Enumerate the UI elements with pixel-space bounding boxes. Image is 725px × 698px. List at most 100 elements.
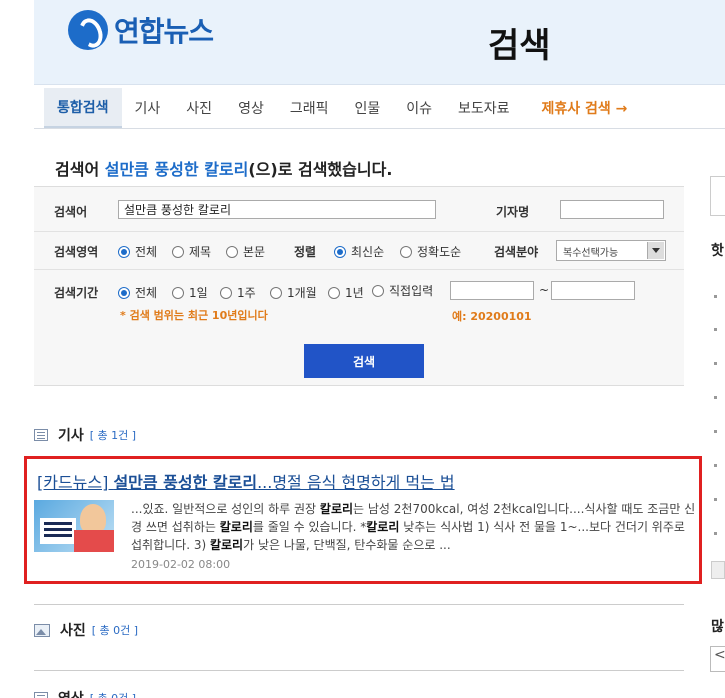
radio-icon bbox=[270, 286, 282, 299]
radio-selected-icon bbox=[118, 245, 130, 258]
area-label: 검색영역 bbox=[54, 245, 99, 259]
section-divider bbox=[34, 604, 684, 605]
section-divider bbox=[34, 670, 684, 671]
article-thumbnail[interactable] bbox=[34, 500, 114, 552]
field-select[interactable]: 복수선택가능 bbox=[556, 240, 666, 261]
search-summary: 검색어 설만큼 풍성한 칼로리(으)로 검색했습니다. bbox=[55, 156, 392, 180]
keyword-input[interactable] bbox=[118, 200, 436, 219]
radio-label: 1개월 bbox=[287, 286, 317, 300]
videos-section-title: 영상 bbox=[58, 688, 84, 698]
partner-search-link[interactable]: 제휴사 검색 → bbox=[529, 88, 641, 128]
article-date: 2019-02-02 08:00 bbox=[131, 558, 231, 571]
radio-icon bbox=[226, 245, 238, 258]
bullet-icon bbox=[714, 430, 717, 433]
radio-icon bbox=[172, 245, 184, 258]
tab-videos[interactable]: 영상 bbox=[225, 88, 277, 128]
menu-icon[interactable] bbox=[711, 561, 725, 579]
sidebar-heading-2: 많 bbox=[711, 619, 724, 635]
tab-issues[interactable]: 이슈 bbox=[393, 88, 445, 128]
period-radio-custom[interactable]: 직접입력 bbox=[372, 282, 433, 299]
area-radio-body[interactable]: 본문 bbox=[226, 243, 265, 260]
keyword-label: 검색어 bbox=[54, 205, 88, 219]
photo-icon bbox=[34, 623, 50, 637]
tab-press-releases[interactable]: 보도자료 bbox=[445, 88, 523, 128]
tab-articles[interactable]: 기사 bbox=[122, 88, 174, 128]
article-snippet: ...있죠. 일반적으로 성인의 하루 권장 칼로리는 남성 2천700kcal… bbox=[131, 502, 696, 552]
sort-radio-latest[interactable]: 최신순 bbox=[334, 243, 384, 260]
radio-icon bbox=[400, 245, 412, 258]
articles-section-header: 기사 [ 총 1건 ] bbox=[34, 425, 136, 445]
area-radio-all[interactable]: 전체 bbox=[118, 243, 157, 260]
site-logo[interactable]: 연합뉴스 bbox=[68, 10, 214, 50]
photos-section-title: 사진 bbox=[60, 623, 86, 639]
summary-prefix: 검색어 bbox=[55, 160, 105, 179]
radio-icon bbox=[172, 286, 184, 299]
date-example-note: 예: 20200101 bbox=[452, 310, 532, 323]
radio-label: 직접입력 bbox=[389, 284, 434, 298]
start-date-input[interactable] bbox=[450, 281, 534, 300]
sidebar-heading: 핫 bbox=[711, 243, 724, 259]
period-radio-1week[interactable]: 1주 bbox=[220, 284, 256, 301]
period-radio-1month[interactable]: 1개월 bbox=[270, 284, 317, 301]
bullet-icon bbox=[714, 295, 717, 298]
bullet-icon bbox=[714, 464, 717, 467]
sidebar-box bbox=[710, 176, 725, 216]
period-radio-1year[interactable]: 1년 bbox=[328, 284, 364, 301]
row-divider bbox=[34, 231, 684, 232]
article-result-item: [카드뉴스] 설만큼 풍성한 칼로리...명절 음식 현명하게 먹는 법 ...… bbox=[24, 456, 702, 584]
period-radio-all[interactable]: 전체 bbox=[118, 284, 157, 301]
tab-people[interactable]: 인물 bbox=[341, 88, 393, 128]
articles-count: [ 총 1건 ] bbox=[89, 429, 137, 442]
period-radio-1day[interactable]: 1일 bbox=[172, 284, 208, 301]
summary-keyword: 설만큼 풍성한 칼로리 bbox=[104, 160, 249, 179]
article-title-rest: ...명절 음식 현명하게 먹는 법 bbox=[257, 473, 455, 492]
nav-divider bbox=[34, 128, 725, 129]
radio-label: 정확도순 bbox=[417, 245, 462, 259]
end-date-input[interactable] bbox=[551, 281, 635, 300]
radio-label: 전체 bbox=[135, 286, 158, 300]
videos-count: [ 총 0건 ] bbox=[90, 690, 136, 698]
chevron-down-icon bbox=[647, 242, 664, 259]
tab-graphics[interactable]: 그래픽 bbox=[277, 88, 342, 128]
field-select-value: 복수선택가능 bbox=[563, 248, 619, 259]
video-icon bbox=[34, 692, 48, 698]
radio-icon bbox=[372, 284, 384, 297]
tab-photos[interactable]: 사진 bbox=[173, 88, 225, 128]
range-separator: ~ bbox=[539, 283, 550, 297]
articles-section-title: 기사 bbox=[58, 428, 84, 444]
bullet-icon bbox=[714, 396, 717, 399]
area-radio-title[interactable]: 제목 bbox=[172, 243, 211, 260]
page-title: 검색 bbox=[488, 26, 551, 66]
yonhap-logo-icon bbox=[68, 10, 108, 50]
sort-radio-accuracy[interactable]: 정확도순 bbox=[400, 243, 461, 260]
radio-label: 1일 bbox=[189, 286, 208, 300]
bullet-icon bbox=[714, 328, 717, 331]
bullet-icon bbox=[714, 532, 717, 535]
radio-label: 최신순 bbox=[351, 245, 385, 259]
radio-label: 1년 bbox=[345, 286, 364, 300]
article-title-prefix: [카드뉴스] bbox=[37, 473, 114, 492]
bullet-icon bbox=[714, 498, 717, 501]
tab-integrated[interactable]: 통합검색 bbox=[44, 88, 122, 128]
sort-label: 정렬 bbox=[294, 245, 317, 259]
bullet-icon bbox=[714, 362, 717, 365]
radio-icon bbox=[220, 286, 232, 299]
radio-label: 본문 bbox=[243, 245, 266, 259]
prev-button[interactable]: < bbox=[710, 646, 725, 672]
radio-selected-icon bbox=[334, 245, 346, 258]
range-note: * 검색 범위는 최근 10년입니다 bbox=[120, 309, 268, 322]
reporter-input[interactable] bbox=[560, 200, 664, 219]
search-button[interactable]: 검색 bbox=[304, 344, 424, 378]
field-label: 검색분야 bbox=[494, 245, 539, 259]
reporter-label: 기자명 bbox=[496, 205, 530, 219]
radio-selected-icon bbox=[118, 286, 130, 299]
photos-section-header: 사진 [ 총 0건 ] bbox=[34, 620, 138, 640]
radio-label: 전체 bbox=[135, 245, 158, 259]
radio-label: 1주 bbox=[237, 286, 256, 300]
radio-icon bbox=[328, 286, 340, 299]
summary-suffix: (으)로 검색했습니다. bbox=[248, 160, 393, 179]
article-title-link[interactable]: [카드뉴스] 설만큼 풍성한 칼로리...명절 음식 현명하게 먹는 법 bbox=[37, 469, 455, 493]
list-icon bbox=[34, 429, 48, 441]
search-nav: 통합검색 기사 사진 영상 그래픽 인물 이슈 보도자료 제휴사 검색 → bbox=[44, 88, 640, 128]
radio-label: 제목 bbox=[189, 245, 212, 259]
